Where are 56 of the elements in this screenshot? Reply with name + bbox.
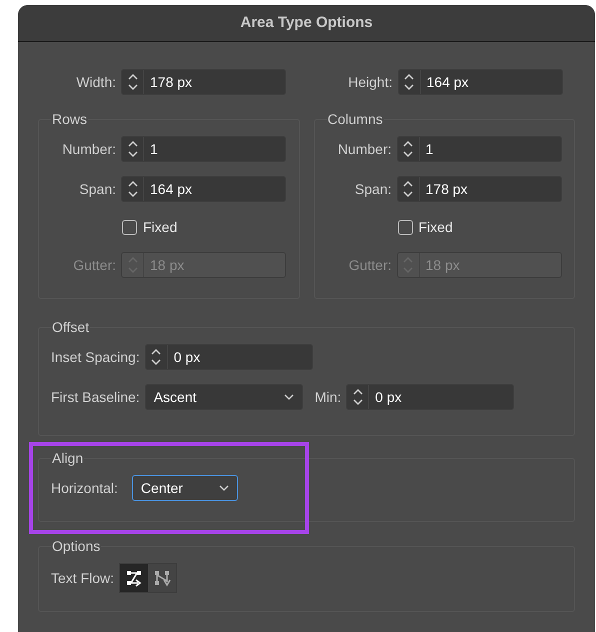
field-label: Span: bbox=[78, 180, 116, 199]
stepper-icon[interactable] bbox=[149, 347, 164, 367]
group-title: Options bbox=[51, 537, 102, 556]
dropdown[interactable]: Ascent bbox=[144, 384, 303, 410]
number-field[interactable]: 0 px bbox=[346, 384, 514, 410]
flow-rows-icon bbox=[125, 569, 144, 587]
checkbox-label: Fixed bbox=[143, 218, 178, 236]
checkbox[interactable] bbox=[398, 220, 412, 234]
field-label: Width: bbox=[75, 72, 116, 92]
group-title: Columns bbox=[326, 110, 384, 129]
field-label: Height: bbox=[347, 72, 392, 92]
field-label: Text Flow: bbox=[51, 568, 114, 588]
chevron-down-icon bbox=[284, 394, 294, 400]
number-field[interactable]: 0 px bbox=[144, 344, 313, 370]
stepper-icon[interactable] bbox=[401, 179, 415, 199]
field-value: 1 bbox=[424, 140, 434, 158]
field-label: Min: bbox=[314, 388, 342, 406]
field-label: First Baseline: bbox=[51, 388, 140, 406]
group-title: Align bbox=[51, 449, 84, 468]
stepper-icon[interactable] bbox=[126, 72, 140, 92]
field-value: 18 px bbox=[424, 256, 461, 275]
window-title: Area Type Options bbox=[18, 5, 595, 42]
group-title: Rows bbox=[51, 110, 88, 129]
stepper-icon[interactable] bbox=[350, 387, 365, 407]
field-value: 178 px bbox=[424, 180, 469, 199]
field-value: 0 px bbox=[172, 348, 202, 367]
field-label: Gutter: bbox=[72, 256, 116, 274]
group-title: Offset bbox=[51, 318, 90, 337]
dropdown[interactable]: Center bbox=[132, 475, 238, 501]
number-field[interactable]: 178 px bbox=[396, 176, 562, 202]
checkbox-label: Fixed bbox=[418, 218, 453, 236]
field-value: 18 px bbox=[149, 256, 186, 275]
field-label: Gutter: bbox=[348, 256, 392, 274]
field-label: Number: bbox=[336, 140, 392, 158]
stepper-icon[interactable] bbox=[126, 179, 140, 199]
number-field[interactable]: 164 px bbox=[121, 176, 286, 202]
number-field[interactable]: 1 bbox=[396, 136, 562, 162]
stepper-icon[interactable] bbox=[401, 139, 415, 159]
field-label: Inset Spacing: bbox=[51, 348, 140, 367]
number-field[interactable]: 164 px bbox=[398, 69, 562, 95]
number-field[interactable]: 178 px bbox=[121, 69, 286, 95]
checkbox[interactable] bbox=[122, 220, 137, 234]
field-value: 164 px bbox=[426, 72, 470, 92]
stepper-icon[interactable] bbox=[126, 139, 140, 159]
field-label: Horizontal: bbox=[51, 478, 118, 498]
number-field[interactable]: 1 bbox=[121, 136, 286, 162]
text-flow-button[interactable] bbox=[120, 564, 148, 592]
field-label: Number: bbox=[61, 140, 116, 158]
flow-columns-icon bbox=[153, 569, 172, 587]
field-value: 164 px bbox=[149, 180, 194, 199]
field-label: Span: bbox=[354, 180, 392, 199]
field-value: 0 px bbox=[374, 388, 403, 407]
stepper-icon[interactable] bbox=[402, 72, 416, 92]
field-value: 1 bbox=[149, 140, 159, 158]
field-value: 178 px bbox=[149, 72, 194, 92]
chevron-down-icon bbox=[218, 485, 229, 491]
